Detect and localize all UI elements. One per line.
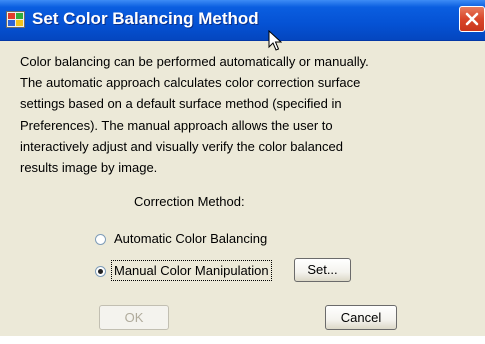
automatic-color-balancing-label[interactable]: Automatic Color Balancing [114, 231, 267, 246]
description-line: settings based on a default surface meth… [20, 96, 342, 112]
manual-color-manipulation-radio[interactable] [95, 266, 106, 277]
description-line: results image by image. [20, 160, 158, 176]
correction-method-label: Correction Method: [134, 194, 245, 209]
color-balance-app-icon [6, 11, 25, 28]
set-color-balancing-dialog: Set Color Balancing Method Color balanci… [0, 0, 485, 336]
set-button[interactable]: Set... [294, 258, 351, 282]
description-line: interactively adjust and visually verify… [20, 138, 344, 154]
automatic-color-balancing-radio[interactable] [95, 234, 106, 245]
manual-color-manipulation-label[interactable]: Manual Color Manipulation [111, 260, 272, 281]
title-bar[interactable]: Set Color Balancing Method [0, 0, 485, 41]
ok-button[interactable]: OK [99, 305, 169, 330]
radio-selected-dot [98, 269, 103, 274]
close-button[interactable] [459, 6, 485, 32]
close-icon [465, 12, 479, 26]
window-title: Set Color Balancing Method [32, 9, 259, 28]
cancel-button[interactable]: Cancel [325, 305, 397, 330]
description-text: Color balancing can be performed automat… [20, 51, 380, 178]
description-line: The automatic approach calculates color … [20, 75, 361, 91]
description-line: Color balancing can be performed automat… [20, 54, 369, 69]
description-line: Preferences). The manual approach allows… [20, 117, 333, 133]
